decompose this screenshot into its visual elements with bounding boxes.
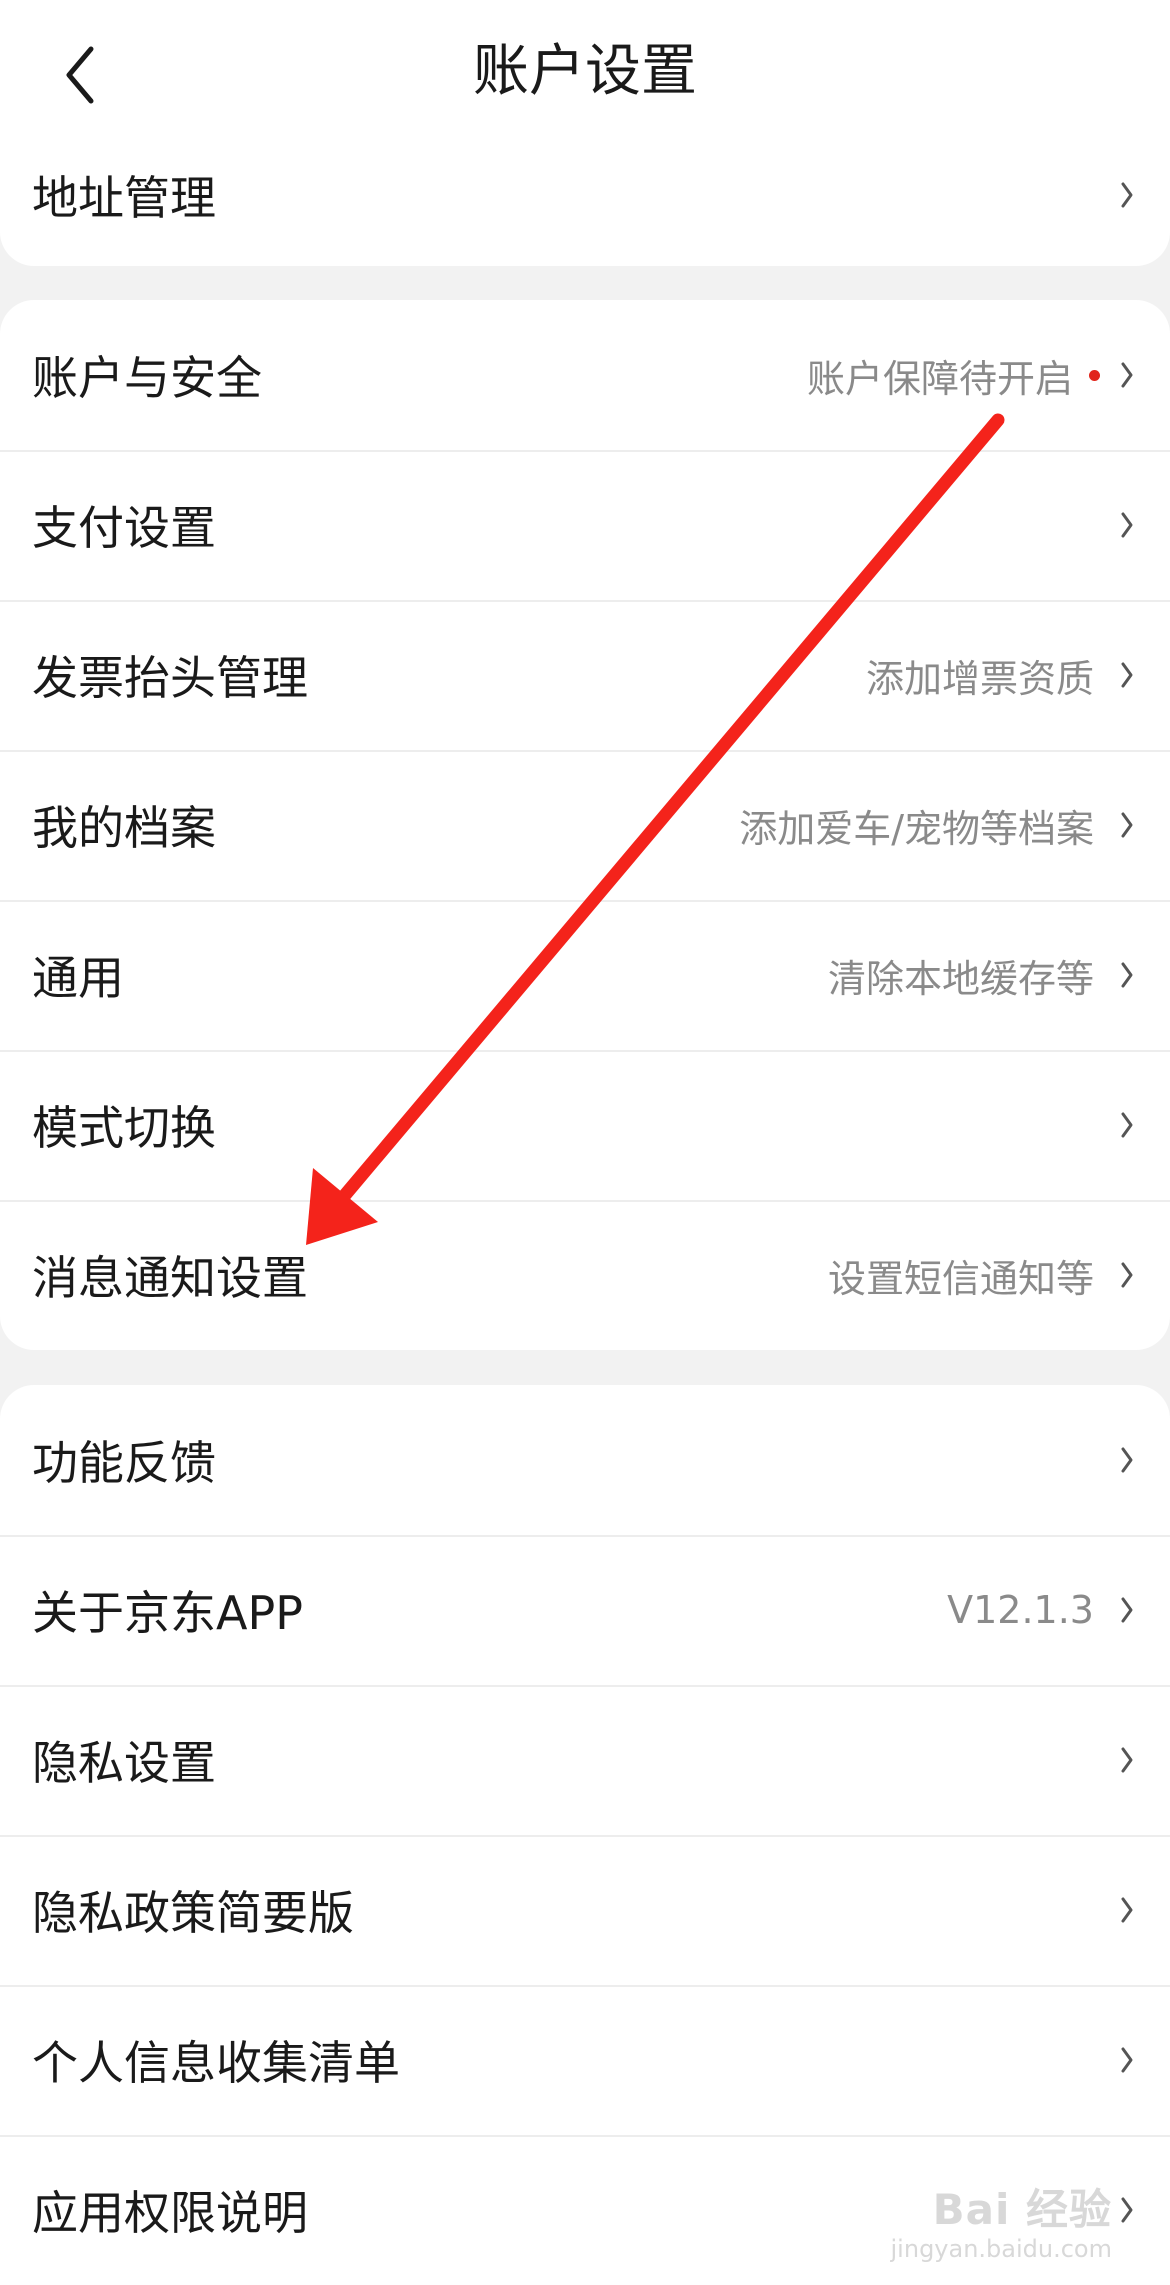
list-item-label: 地址管理 — [32, 171, 216, 225]
list-item-label: 支付设置 — [32, 501, 216, 555]
list-item-value: 账户保障待开启 — [806, 356, 1073, 401]
list-item-value: 清除本地缓存等 — [827, 956, 1094, 1001]
app-version: V12.1.3 — [947, 1588, 1094, 1632]
list-item-label: 通用 — [32, 951, 124, 1005]
list-item-label: 隐私设置 — [32, 1736, 216, 1790]
chevron-right-icon — [1116, 957, 1138, 993]
watermark-url: jingyan.baidu.com — [890, 2235, 1112, 2263]
list-item-payment-settings[interactable]: 支付设置 — [0, 450, 1170, 600]
page-title: 账户设置 — [473, 39, 697, 104]
list-item-notification-settings[interactable]: 消息通知设置 设置短信通知等 — [0, 1200, 1170, 1350]
list-item-label: 个人信息收集清单 — [32, 2036, 400, 2090]
account-settings-page: 账户设置 地址管理 账户与安全 账户保障待开启 支付设置 发票抬头管理 添加增票… — [0, 0, 1170, 2285]
list-item-value: 添加增票资质 — [865, 656, 1094, 701]
list-item-personal-info-list[interactable]: 个人信息收集清单 — [0, 1985, 1170, 2135]
list-item-label: 隐私政策简要版 — [32, 1886, 354, 1940]
list-item-mode-switch[interactable]: 模式切换 — [0, 1050, 1170, 1200]
list-item-value: 添加爱车/宠物等档案 — [739, 806, 1094, 851]
about-group: 功能反馈 关于京东APP V12.1.3 隐私设置 隐私政策简要版 个人信息收集… — [0, 1385, 1170, 2285]
account-settings-group: 账户与安全 账户保障待开启 支付设置 发票抬头管理 添加增票资质 我的档案 添加… — [0, 300, 1170, 1350]
chevron-right-icon — [1116, 2192, 1138, 2228]
chevron-right-icon — [1116, 1592, 1138, 1628]
list-item-privacy-policy-brief[interactable]: 隐私政策简要版 — [0, 1835, 1170, 1985]
notification-dot — [1089, 369, 1100, 381]
chevron-right-icon — [1116, 1107, 1138, 1143]
chevron-right-icon — [1116, 357, 1138, 393]
list-item-label: 账户与安全 — [32, 351, 262, 405]
chevron-right-icon — [1116, 177, 1138, 213]
list-item-privacy-settings[interactable]: 隐私设置 — [0, 1685, 1170, 1835]
nav-bar: 账户设置 — [0, 0, 1170, 145]
chevron-right-icon — [1116, 1442, 1138, 1478]
list-item-account-security[interactable]: 账户与安全 账户保障待开启 — [0, 300, 1170, 450]
list-item-value: 设置短信通知等 — [827, 1256, 1094, 1301]
list-item-label: 模式切换 — [32, 1101, 216, 1155]
chevron-right-icon — [1116, 657, 1138, 693]
chevron-right-icon — [1116, 1742, 1138, 1778]
list-item-about-app[interactable]: 关于京东APP V12.1.3 — [0, 1535, 1170, 1685]
list-item-general[interactable]: 通用 清除本地缓存等 — [0, 900, 1170, 1050]
chevron-right-icon — [1116, 2042, 1138, 2078]
watermark-logo: Bai 经验 — [932, 2185, 1112, 2234]
chevron-right-icon — [1116, 1892, 1138, 1928]
list-item-label: 发票抬头管理 — [32, 651, 308, 705]
list-item-label: 消息通知设置 — [32, 1251, 308, 1305]
list-item-my-profile[interactable]: 我的档案 添加爱车/宠物等档案 — [0, 750, 1170, 900]
chevron-right-icon — [1116, 507, 1138, 543]
baidu-watermark: Bai 经验 jingyan.baidu.com — [891, 2176, 1112, 2263]
chevron-right-icon — [1116, 807, 1138, 843]
list-item-invoice-header[interactable]: 发票抬头管理 添加增票资质 — [0, 600, 1170, 750]
chevron-right-icon — [1116, 1257, 1138, 1293]
list-item-feedback[interactable]: 功能反馈 — [0, 1385, 1170, 1535]
list-item-label: 我的档案 — [32, 801, 216, 855]
list-item-label: 关于京东APP — [32, 1586, 303, 1640]
list-item-label: 功能反馈 — [32, 1436, 216, 1490]
